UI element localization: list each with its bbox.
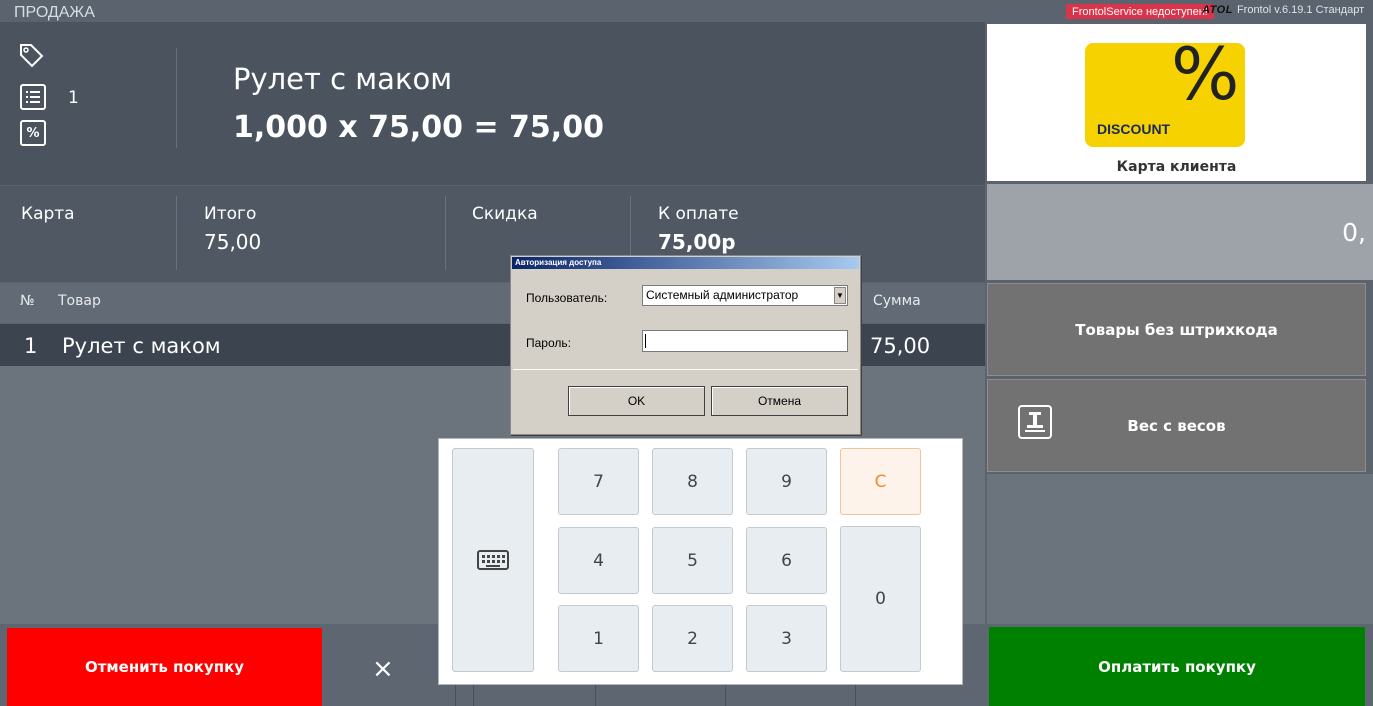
- discount-badge-text: DISCOUNT: [1097, 121, 1171, 137]
- row-number: 1: [24, 334, 38, 358]
- numpad-key-3[interactable]: 3: [746, 605, 827, 672]
- current-product-panel: [0, 22, 985, 185]
- column-header-sum: Сумма: [873, 293, 921, 309]
- service-status-badge: FrontolService недоступен!: [1066, 4, 1214, 19]
- app-version: Frontol v.6.19.1 Стандарт: [1236, 4, 1365, 16]
- dialog-title: Авторизация доступа: [512, 257, 859, 269]
- numpad-key-8[interactable]: 8: [652, 448, 733, 515]
- product-name: Рулет с маком: [233, 62, 453, 96]
- total-label: Итого: [204, 204, 257, 224]
- numpad-key-5[interactable]: 5: [652, 527, 733, 594]
- customer-card-label: Карта клиента: [1116, 159, 1237, 175]
- dialog-separator: [513, 369, 858, 370]
- total-value: 75,00: [204, 230, 262, 254]
- app-brand: ATOL Frontol v.6.19.1 Стандарт: [1202, 4, 1364, 16]
- numpad-key-1[interactable]: 1: [558, 605, 639, 672]
- no-barcode-products-button[interactable]: Товары без штрихкода: [987, 283, 1366, 376]
- ok-button[interactable]: OK: [568, 386, 705, 416]
- dialog-cancel-button[interactable]: Отмена: [711, 386, 848, 416]
- numpad-key-clear[interactable]: C: [840, 448, 921, 515]
- product-calculation: 1,000 x 75,00 = 75,00: [233, 110, 604, 145]
- to-pay-value: 75,00р: [658, 230, 736, 254]
- divider: [725, 684, 726, 706]
- numpad-key-2[interactable]: 2: [652, 605, 733, 672]
- divider: [455, 684, 456, 706]
- password-label: Пароль:: [526, 336, 571, 350]
- cancel-purchase-button[interactable]: Отменить покупку: [7, 628, 322, 706]
- divider: [445, 196, 446, 270]
- numpad-key-4[interactable]: 4: [558, 527, 639, 594]
- user-select[interactable]: Системный администратор: [642, 285, 848, 306]
- text-cursor: [645, 334, 646, 348]
- mode-label: ПРОДАЖА: [14, 4, 95, 21]
- scale-icon: [1018, 405, 1052, 439]
- keyboard-button[interactable]: [452, 448, 534, 672]
- brand-logo: ATOL: [1202, 4, 1233, 16]
- scale-weight-label: Вес с весов: [1127, 416, 1226, 435]
- numpad-key-6[interactable]: 6: [746, 527, 827, 594]
- user-label: Пользователь:: [526, 291, 608, 305]
- discount-card-icon: % DISCOUNT: [1085, 32, 1245, 147]
- divider: [176, 196, 177, 270]
- numpad-key-7[interactable]: 7: [558, 448, 639, 515]
- card-label: Карта: [21, 204, 75, 224]
- discount-label: Скидка: [472, 204, 538, 224]
- password-field[interactable]: [642, 330, 848, 352]
- pay-purchase-button[interactable]: Оплатить покупку: [989, 627, 1365, 706]
- numpad-key-9[interactable]: 9: [746, 448, 827, 515]
- divider: [176, 48, 177, 148]
- column-header-num: №: [20, 293, 35, 309]
- list-icon[interactable]: [20, 84, 46, 110]
- keyboard-icon: [477, 550, 509, 570]
- close-icon[interactable]: ×: [372, 654, 394, 684]
- tag-icon[interactable]: [18, 42, 44, 72]
- divider: [855, 684, 856, 706]
- to-pay-label: К оплате: [658, 204, 739, 224]
- row-sum: 75,00: [870, 334, 931, 358]
- percent-icon[interactable]: %: [20, 120, 46, 146]
- numpad-key-0[interactable]: 0: [840, 526, 921, 672]
- dropdown-arrow-icon[interactable]: ▼: [834, 287, 846, 304]
- access-authorization-dialog: Авторизация доступа Пользователь: Систем…: [510, 255, 861, 435]
- divider: [473, 684, 474, 706]
- right-empty-area: [987, 474, 1373, 624]
- row-product-name: Рулет с маком: [62, 334, 221, 358]
- divider: [595, 684, 596, 706]
- column-header-product: Товар: [58, 293, 101, 309]
- discount-percent-symbol: %: [1171, 32, 1240, 116]
- product-count: 1: [68, 88, 79, 108]
- quantity-value: 0,: [1342, 218, 1366, 247]
